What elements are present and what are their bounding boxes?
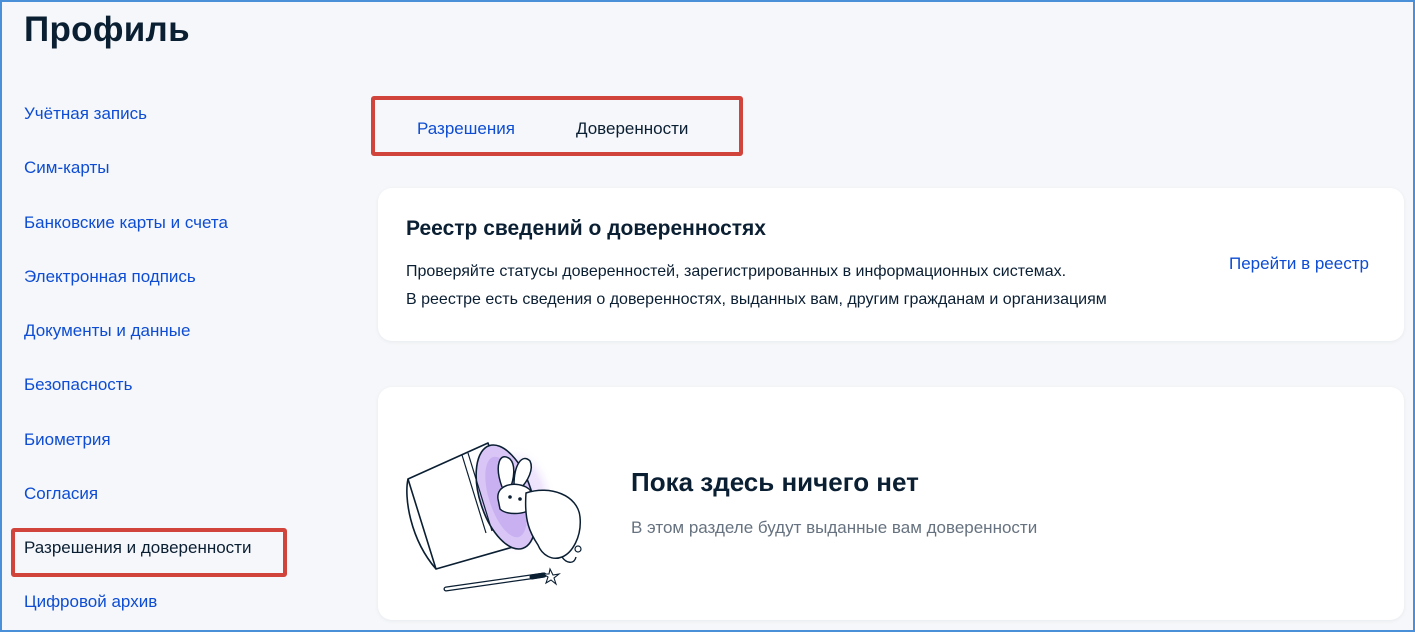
sidebar-item-documents[interactable]: Документы и данные (24, 321, 190, 341)
registry-card-line-2: В реестре есть сведения о доверенностях,… (406, 291, 1107, 308)
sidebar-item-bank-cards[interactable]: Банковские карты и счета (24, 213, 228, 233)
registry-card-title: Реестр сведений о доверенностях (406, 217, 766, 240)
empty-state-text: В этом разделе будут выданные вам довере… (631, 518, 1038, 537)
tab-bar: Разрешения Доверенности (372, 97, 742, 155)
empty-state-title: Пока здесь ничего нет (631, 467, 919, 497)
sidebar-item-e-signature[interactable]: Электронная подпись (24, 267, 196, 287)
registry-card: Реестр сведений о доверенностях Проверяй… (378, 188, 1404, 341)
empty-state-card: Пока здесь ничего нет В этом разделе буд… (378, 387, 1404, 620)
sidebar-item-consents[interactable]: Согласия (24, 484, 98, 504)
sidebar-item-sim-cards[interactable]: Сим-карты (24, 158, 109, 178)
page-title: Профиль (24, 10, 190, 49)
tab-permissions[interactable]: Разрешения (417, 119, 515, 139)
sidebar-item-biometrics[interactable]: Биометрия (24, 430, 111, 450)
sidebar-item-digital-archive[interactable]: Цифровой архив (24, 592, 157, 612)
tab-powers-of-attorney[interactable]: Доверенности (576, 119, 688, 139)
magic-hat-rabbit-illustration (406, 442, 582, 592)
go-to-registry-link[interactable]: Перейти в реестр (1229, 254, 1369, 274)
sidebar-item-account[interactable]: Учётная запись (24, 104, 147, 124)
registry-card-line-1: Проверяйте статусы доверенностей, зареги… (406, 263, 1067, 280)
sidebar-item-security[interactable]: Безопасность (24, 375, 132, 395)
sidebar-item-permissions[interactable]: Разрешения и доверенности (24, 538, 251, 558)
